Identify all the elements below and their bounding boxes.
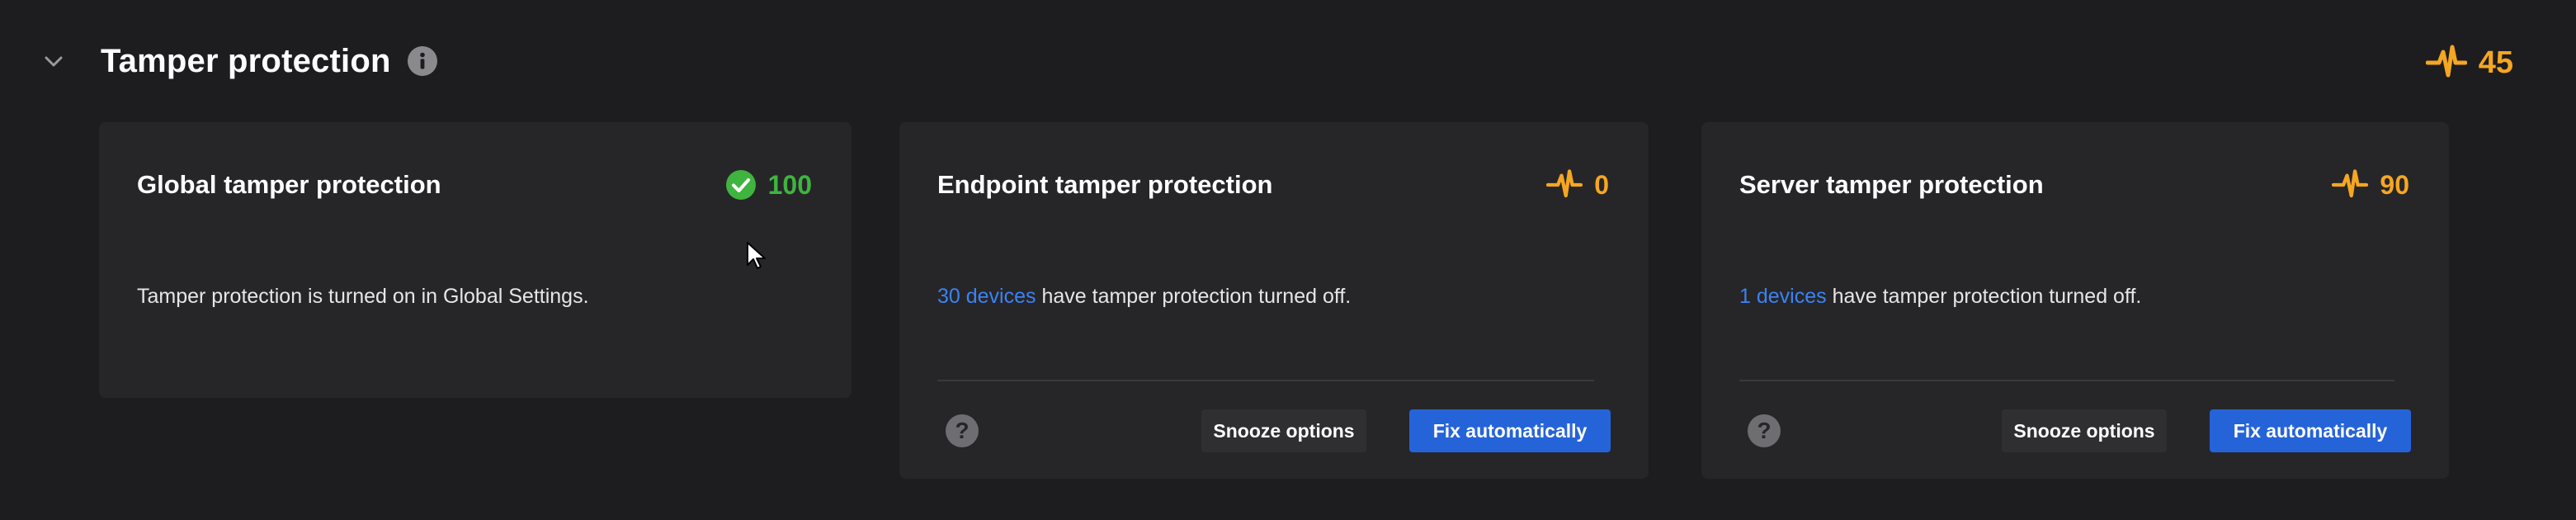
help-icon[interactable]: ?: [946, 414, 979, 447]
card-score-value: 0: [1594, 170, 1609, 200]
card-title: Server tamper protection: [1739, 170, 2044, 199]
section-score-value: 45: [2478, 45, 2513, 80]
card-title: Endpoint tamper protection: [937, 170, 1273, 199]
chevron-down-icon[interactable]: [40, 48, 68, 76]
pulse-warning-icon: [2332, 169, 2369, 198]
server-tamper-protection-card: Server tamper protection 90 1 devices ha…: [1701, 122, 2449, 479]
endpoint-tamper-protection-card: Endpoint tamper protection 0 30 devices …: [899, 122, 1649, 479]
snooze-options-button[interactable]: Snooze options: [2002, 409, 2167, 452]
card-message: 30 devices have tamper protection turned…: [937, 282, 1351, 310]
pulse-warning-icon: [2425, 45, 2467, 78]
card-message: 1 devices have tamper protection turned …: [1739, 282, 2141, 310]
card-message-text: have tamper protection turned off.: [1826, 285, 2142, 308]
card-score: 100: [725, 165, 812, 205]
tamper-protection-section-header: Tamper protection 45: [0, 0, 2576, 124]
section-score: 45: [2425, 40, 2513, 86]
card-message-text: have tamper protection turned off.: [1036, 285, 1352, 308]
check-circle-icon: [725, 170, 756, 200]
devices-link[interactable]: 30 devices: [937, 285, 1036, 308]
divider: [1739, 380, 2394, 381]
snooze-options-button[interactable]: Snooze options: [1201, 409, 1366, 452]
card-message: Tamper protection is turned on in Global…: [137, 285, 589, 308]
card-score: 0: [1546, 165, 1609, 205]
pulse-warning-icon: [1546, 169, 1583, 198]
card-score-value: 100: [767, 170, 812, 200]
divider: [937, 380, 1594, 381]
fix-automatically-button[interactable]: Fix automatically: [2210, 409, 2411, 452]
fix-automatically-button[interactable]: Fix automatically: [1409, 409, 1611, 452]
card-score: 90: [2332, 165, 2409, 205]
card-score-value: 90: [2380, 170, 2409, 200]
section-title: Tamper protection: [101, 43, 391, 79]
card-title: Global tamper protection: [137, 170, 441, 199]
help-icon[interactable]: ?: [1748, 414, 1781, 447]
mouse-cursor-icon: [747, 242, 766, 269]
info-icon[interactable]: [408, 46, 437, 76]
devices-link[interactable]: 1 devices: [1739, 285, 1827, 308]
global-tamper-protection-card: Global tamper protection 100 Tamper prot…: [99, 122, 852, 398]
